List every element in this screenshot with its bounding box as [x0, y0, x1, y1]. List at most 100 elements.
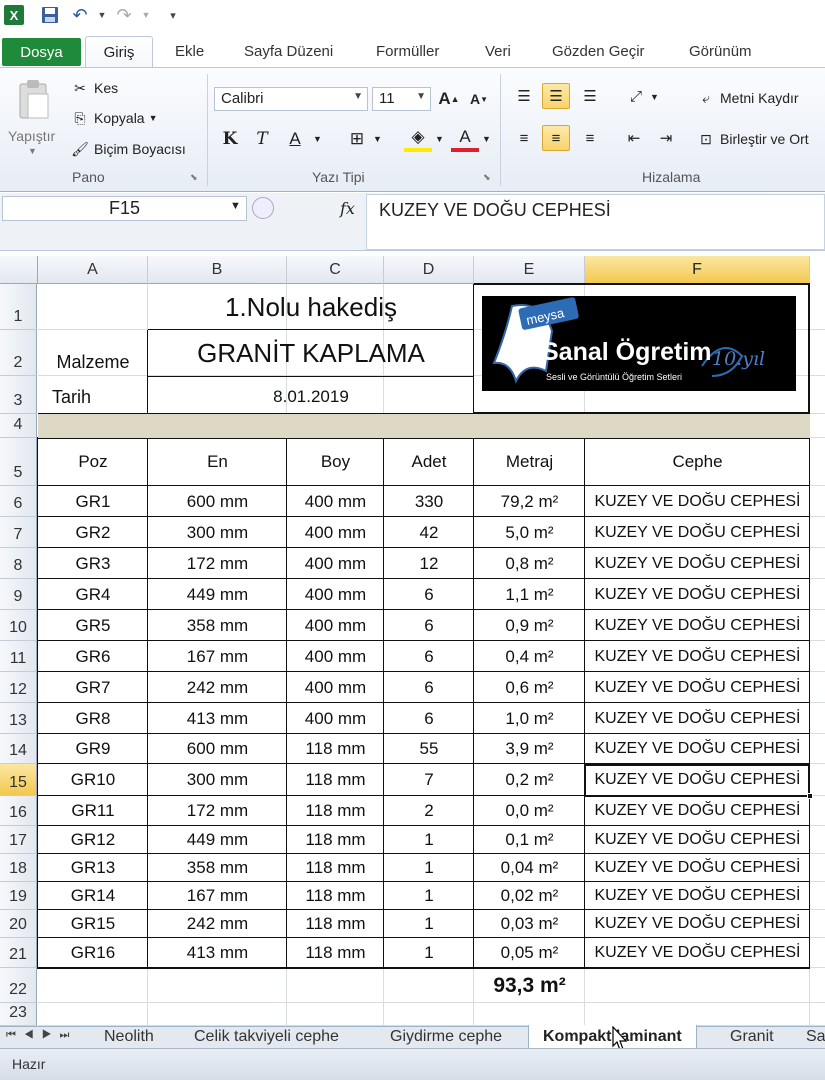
table-cell[interactable]: 1	[384, 938, 474, 968]
table-cell[interactable]: 42	[384, 517, 474, 548]
table-cell[interactable]: 118 mm	[287, 826, 384, 854]
customize-icon[interactable]: ▾	[163, 5, 183, 25]
row-header-6[interactable]: 6	[0, 486, 37, 517]
table-cell[interactable]: KUZEY VE DOĞU CEPHESİ	[585, 548, 810, 579]
row-header-12[interactable]: 12	[0, 672, 37, 703]
table-cell[interactable]: 0,02 m²	[474, 882, 585, 910]
sheet-tab-more[interactable]: Sa	[806, 1027, 825, 1047]
row-header-19[interactable]: 19	[0, 882, 37, 910]
sheet-tab-celik[interactable]: Celik takviyeli cephe	[194, 1027, 339, 1047]
name-box[interactable]: F15	[2, 196, 247, 221]
table-cell[interactable]: 1,0 m²	[474, 703, 585, 734]
table-cell[interactable]: KUZEY VE DOĞU CEPHESİ	[585, 672, 810, 703]
row-header-4[interactable]: 4	[0, 414, 37, 438]
table-cell[interactable]: GR15	[38, 910, 148, 938]
cut-button[interactable]: ✂ Kes	[70, 78, 118, 98]
row-header-10[interactable]: 10	[0, 610, 37, 641]
table-cell[interactable]: GR16	[38, 938, 148, 968]
table-cell[interactable]: KUZEY VE DOĞU CEPHESİ	[585, 854, 810, 882]
sheet-title[interactable]: 1.Nolu hakediş	[148, 285, 474, 330]
table-header-cell[interactable]: En	[148, 438, 287, 486]
tab-formuller[interactable]: Formüller	[376, 43, 439, 60]
table-cell[interactable]: GR14	[38, 882, 148, 910]
tab-veri[interactable]: Veri	[485, 43, 511, 60]
table-header-cell[interactable]: Metraj	[474, 438, 585, 486]
table-header-cell[interactable]: Adet	[384, 438, 474, 486]
table-cell[interactable]: 1	[384, 910, 474, 938]
logo-image[interactable]: meysa Sanal Ögretim Sesli ve Görüntülü Ö…	[482, 296, 796, 391]
table-cell[interactable]: 118 mm	[287, 938, 384, 968]
merge-center-button[interactable]: ⊡ Birleştir ve Ort	[696, 129, 809, 149]
row-header-2[interactable]: 2	[0, 330, 37, 376]
copy-dropdown-icon[interactable]: ▼	[149, 113, 158, 123]
paste-icon[interactable]	[14, 78, 54, 122]
fill-color-icon[interactable]: ◈	[404, 126, 432, 152]
table-cell[interactable]: 3,9 m²	[474, 734, 585, 764]
row-header-22[interactable]: 22	[0, 968, 37, 1003]
row-header-5[interactable]: 5	[0, 438, 37, 486]
table-cell[interactable]: 400 mm	[287, 579, 384, 610]
table-cell[interactable]: KUZEY VE DOĞU CEPHESİ	[585, 796, 810, 826]
formula-bar-handle[interactable]	[252, 197, 274, 219]
table-cell[interactable]: 118 mm	[287, 882, 384, 910]
redo-icon[interactable]: ↷	[114, 5, 134, 25]
table-cell[interactable]: 55	[384, 734, 474, 764]
sheet-tab-granit[interactable]: Granit	[730, 1027, 774, 1047]
table-cell[interactable]: 300 mm	[148, 517, 287, 548]
align-top-icon[interactable]: ☰	[510, 83, 538, 109]
row-header-21[interactable]: 21	[0, 938, 37, 968]
table-cell[interactable]: KUZEY VE DOĞU CEPHESİ	[585, 938, 810, 968]
column-header-c[interactable]: C	[287, 256, 384, 284]
table-cell[interactable]: KUZEY VE DOĞU CEPHESİ	[585, 610, 810, 641]
table-cell[interactable]: 6	[384, 703, 474, 734]
table-cell[interactable]: 413 mm	[148, 938, 287, 968]
table-cell[interactable]: 0,9 m²	[474, 610, 585, 641]
table-cell[interactable]: GR3	[38, 548, 148, 579]
tab-dosya[interactable]: Dosya	[2, 38, 81, 66]
decrease-indent-icon[interactable]: ⇤	[620, 125, 648, 151]
table-cell[interactable]: 600 mm	[148, 734, 287, 764]
format-painter-button[interactable]: 🖌 Biçim Boyacısı	[70, 139, 186, 159]
table-cell[interactable]: 5,0 m²	[474, 517, 585, 548]
table-cell[interactable]: 400 mm	[287, 610, 384, 641]
table-cell[interactable]: 6	[384, 579, 474, 610]
row-header-23[interactable]: 23	[0, 1003, 37, 1026]
name-box-dropdown-icon[interactable]: ▼	[230, 200, 241, 212]
table-cell[interactable]: 0,0 m²	[474, 796, 585, 826]
increase-indent-icon[interactable]: ⇥	[652, 125, 680, 151]
copy-button[interactable]: ⎘ Kopyala ▼	[70, 108, 158, 128]
row-header-14[interactable]: 14	[0, 734, 37, 764]
table-cell[interactable]: KUZEY VE DOĞU CEPHESİ	[585, 910, 810, 938]
table-cell[interactable]: 0,04 m²	[474, 854, 585, 882]
grow-font-icon[interactable]: A ▲	[435, 86, 463, 112]
table-cell[interactable]: 2	[384, 796, 474, 826]
table-cell[interactable]: 0,8 m²	[474, 548, 585, 579]
table-cell[interactable]: 0,03 m²	[474, 910, 585, 938]
fill-handle[interactable]	[807, 793, 813, 799]
table-cell[interactable]: GR1	[38, 486, 148, 517]
sheet-tab-giydirme[interactable]: Giydirme cephe	[390, 1027, 502, 1047]
table-cell[interactable]: 0,4 m²	[474, 641, 585, 672]
table-cell[interactable]: GR7	[38, 672, 148, 703]
table-header-cell[interactable]: Cephe	[585, 438, 810, 486]
undo-dropdown-icon[interactable]: ▼	[92, 5, 112, 25]
sheet-nav-icons[interactable]: ⏮◀▶⏭	[6, 1029, 77, 1042]
table-cell[interactable]: 358 mm	[148, 854, 287, 882]
table-cell[interactable]: KUZEY VE DOĞU CEPHESİ	[585, 517, 810, 548]
font-color-icon[interactable]: A	[451, 126, 479, 152]
table-cell[interactable]: 167 mm	[148, 882, 287, 910]
table-cell[interactable]: 400 mm	[287, 672, 384, 703]
row-header-16[interactable]: 16	[0, 796, 37, 826]
underline-icon[interactable]: A	[281, 126, 309, 152]
row-header-8[interactable]: 8	[0, 548, 37, 579]
sheet-tab-neolith[interactable]: Neolith	[104, 1027, 154, 1047]
table-cell[interactable]: 1	[384, 882, 474, 910]
font-name-combo[interactable]: Calibri ▼	[214, 87, 368, 111]
row-header-17[interactable]: 17	[0, 826, 37, 854]
row-header-9[interactable]: 9	[0, 579, 37, 610]
row-header-1[interactable]: 1	[0, 284, 37, 330]
table-cell[interactable]: 330	[384, 486, 474, 517]
table-cell[interactable]: 7	[384, 764, 474, 796]
bold-icon[interactable]: K	[216, 126, 244, 152]
table-cell[interactable]: 400 mm	[287, 641, 384, 672]
